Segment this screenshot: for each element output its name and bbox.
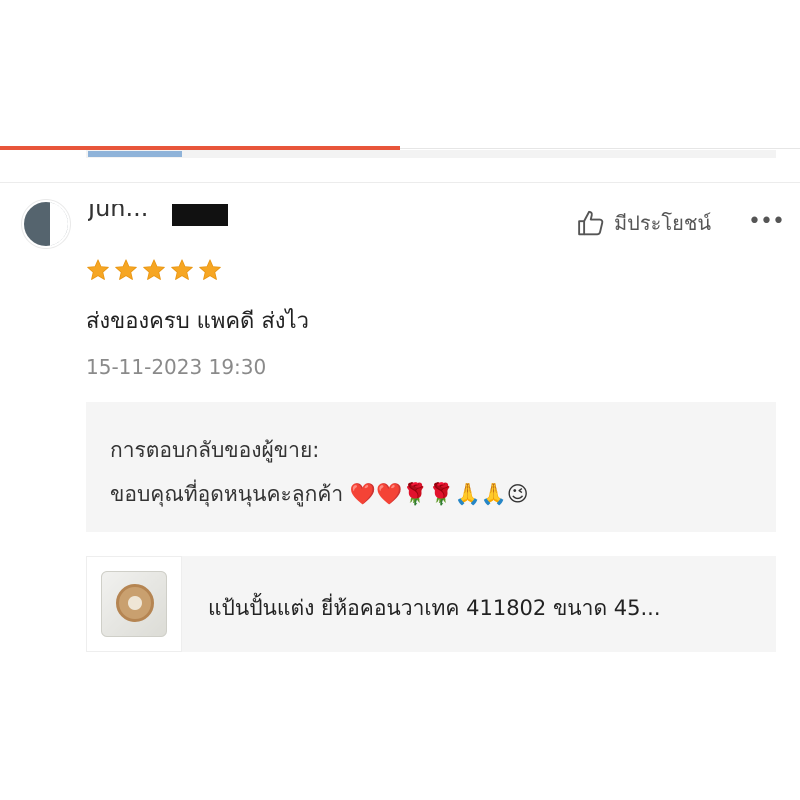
product-stoma-hole: [128, 596, 142, 610]
star-icon: [143, 259, 165, 280]
previous-review-product-tag: [88, 151, 182, 157]
seller-reply-box: การตอบกลับของผู้ขาย: ขอบคุณที่อุดหนุนคะล…: [86, 402, 776, 532]
review-separator: [0, 182, 800, 183]
star-icon: [171, 259, 193, 280]
reviewer-username-text: Jun...: [88, 204, 149, 222]
helpful-button[interactable]: มีประโยชน์: [576, 206, 711, 240]
avatar[interactable]: [22, 200, 70, 248]
product-name: แป้นปั้นแต่ง ยี่ห้อคอนวาเทค 411802 ขนาด …: [208, 596, 661, 620]
product-card[interactable]: แป้นปั้นแต่ง ยี่ห้อคอนวาเทค 411802 ขนาด …: [86, 556, 776, 652]
review-date: 15-11-2023 19:30: [86, 355, 267, 379]
previous-review-card-edge: [86, 150, 776, 158]
seller-reply-label: การตอบกลับของผู้ขาย:: [110, 438, 320, 462]
product-wafer-image: [101, 571, 167, 637]
seller-reply-text: ขอบคุณที่อุดหนุนคะลูกค้า ❤️❤️🌹🌹🙏🙏😉: [110, 482, 529, 506]
star-icon: [87, 259, 109, 280]
thumbs-up-icon: [578, 210, 604, 236]
top-blank-area: [0, 0, 800, 150]
helpful-label: มีประโยชน์: [614, 211, 712, 235]
reviewer-username: Jun...: [88, 204, 228, 228]
product-flange-ring: [116, 584, 154, 622]
product-thumbnail: [86, 556, 182, 652]
tab-divider: [400, 148, 800, 149]
star-icon: [115, 259, 137, 280]
rating-stars: [86, 258, 222, 282]
star-icon: [199, 259, 221, 280]
review-text: ส่งของครบ แพคดี ส่งไว: [86, 309, 309, 334]
more-options-icon[interactable]: •••: [748, 208, 785, 236]
